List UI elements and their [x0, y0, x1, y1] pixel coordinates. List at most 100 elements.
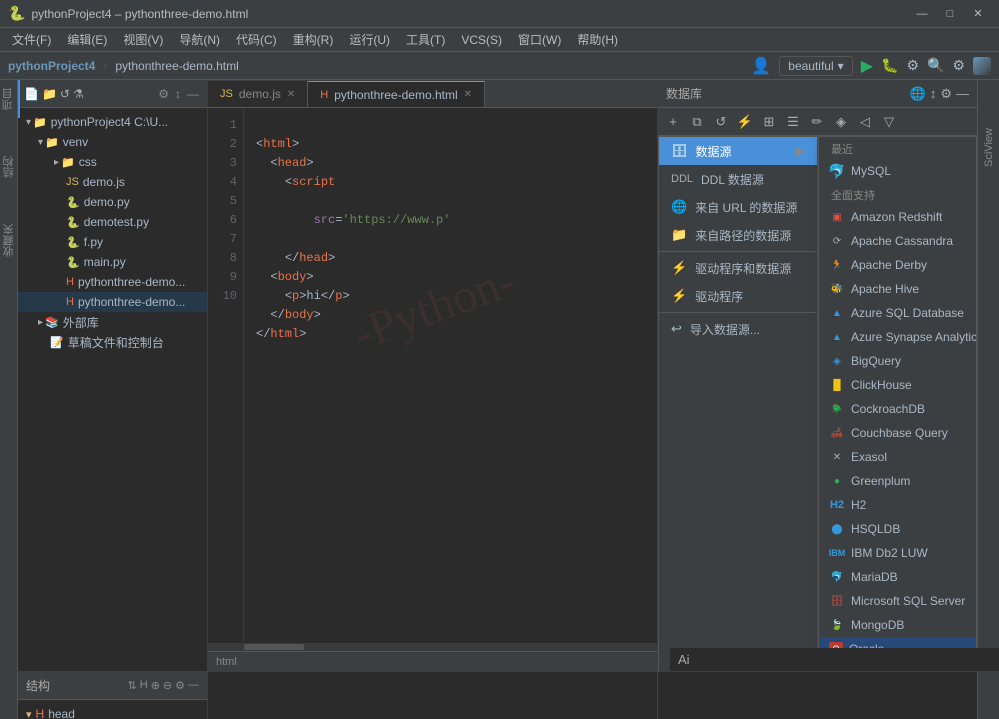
db-sync-btn[interactable]: ⚡ — [734, 111, 756, 133]
db-greenplum[interactable]: ● Greenplum — [819, 469, 976, 493]
hsqldb-icon: ⬤ — [829, 521, 845, 537]
struct-expand-icon[interactable]: ⊕ — [151, 679, 160, 692]
menu-view[interactable]: 视图(V) — [115, 29, 171, 50]
db-cols-btn[interactable]: ☰ — [782, 111, 804, 133]
ctx-path[interactable]: 📁 来自路径的数据源 — [659, 221, 817, 249]
db-copy-btn[interactable]: ⧉ — [686, 111, 708, 133]
horizontal-scrollbar[interactable] — [208, 643, 657, 651]
tab-demo-js[interactable]: JS demo.js ✕ — [208, 81, 308, 107]
db-sql-btn[interactable]: ◈ — [830, 111, 852, 133]
new-file-icon[interactable]: 📄 — [24, 87, 39, 101]
tree-demotest-py[interactable]: 🐍 demotest.py — [18, 212, 207, 232]
debug-button[interactable]: 🐛 — [881, 57, 898, 74]
tree-main-py[interactable]: 🐍 main.py — [18, 252, 207, 272]
db-cockroachdb[interactable]: 🪲 CockroachDB — [819, 397, 976, 421]
new-dir-icon[interactable]: 📁 — [42, 87, 57, 101]
collapse-icon[interactable]: — — [185, 85, 201, 103]
db-arrow-left-btn[interactable]: ◁ — [854, 111, 876, 133]
db-minus-icon[interactable]: — — [956, 86, 969, 102]
db-edit-btn[interactable]: ✏ — [806, 111, 828, 133]
db-refresh-btn[interactable]: ↺ — [710, 111, 732, 133]
db-apache-derby[interactable]: 🏃 Apache Derby — [819, 253, 976, 277]
ctx-url[interactable]: 🌐 来自 URL 的数据源 — [659, 193, 817, 221]
menu-edit[interactable]: 编辑(E) — [59, 29, 115, 50]
close-button[interactable]: ✕ — [965, 3, 991, 25]
run-config[interactable]: beautiful ▾ — [779, 56, 852, 76]
db-filter-btn[interactable]: ▽ — [878, 111, 900, 133]
expand-icon[interactable]: ↕ — [173, 85, 183, 103]
tab-html[interactable]: H pythonthree-demo.html ✕ — [308, 81, 485, 107]
db-mariadb[interactable]: 🐬 MariaDB — [819, 565, 976, 589]
struct-minus-icon[interactable]: — — [188, 679, 199, 692]
db-filter-icon[interactable]: ⚙ — [940, 86, 952, 102]
tree-external[interactable]: ▸ 📚 外部库 — [18, 312, 207, 332]
run-label: beautiful — [788, 59, 833, 73]
structure-tab[interactable]: 结构 — [0, 148, 19, 186]
menu-refactor[interactable]: 重构(R) — [285, 29, 342, 50]
tree-root[interactable]: ▾ 📁 pythonProject4 C:\U... — [18, 112, 207, 132]
struct-head[interactable]: ▾ H head — [22, 704, 203, 719]
tree-venv[interactable]: ▾ 📁 venv — [18, 132, 207, 152]
search-icon[interactable]: 🔍 — [927, 57, 944, 74]
ctx-import[interactable]: ↩ 导入数据源... — [659, 315, 817, 343]
gear-icon[interactable]: ⚙ — [156, 85, 171, 103]
db-ibm-db2[interactable]: IBM IBM Db2 LUW — [819, 541, 976, 565]
db-apache-cassandra[interactable]: ⟳ Apache Cassandra — [819, 229, 976, 253]
tree-demo-js[interactable]: JS demo.js — [18, 172, 207, 192]
db-bigquery[interactable]: ◈ BigQuery — [819, 349, 976, 373]
tree-css[interactable]: ▸ 📁 css — [18, 152, 207, 172]
filter-icon[interactable]: ⚗ — [73, 87, 84, 101]
db-exasol[interactable]: ✕ Exasol — [819, 445, 976, 469]
tab-html-close[interactable]: ✕ — [464, 89, 472, 100]
menu-run[interactable]: 运行(U) — [341, 29, 398, 50]
tree-demo-py[interactable]: 🐍 demo.py — [18, 192, 207, 212]
db-azure-synapse[interactable]: ▲ Azure Synapse Analytics — [819, 325, 976, 349]
tree-f-py[interactable]: 🐍 f.py — [18, 232, 207, 252]
project-tab[interactable]: 项目 — [0, 80, 20, 118]
db-h2[interactable]: H2 H2 — [819, 493, 976, 517]
code-editor[interactable]: <html> <head> <script src='https://www.p… — [244, 108, 657, 643]
menu-vcs[interactable]: VCS(S) — [453, 31, 510, 49]
ctx-datasource[interactable]: 🗄 数据源 ▶ — [659, 137, 817, 165]
db-mongodb[interactable]: 🍃 MongoDB — [819, 613, 976, 637]
refresh-icon[interactable]: ↺ — [60, 87, 70, 101]
tree-scratch[interactable]: 📝 草稿文件和控制台 — [18, 332, 207, 352]
struct-settings-icon[interactable]: ⚙ — [175, 679, 185, 692]
more-icon[interactable]: ⚙ — [952, 57, 965, 74]
minimize-button[interactable]: — — [909, 3, 935, 25]
menu-window[interactable]: 窗口(W) — [510, 29, 569, 50]
ctx-drivers[interactable]: ⚡ 驱动程序 — [659, 282, 817, 310]
menu-file[interactable]: 文件(F) — [4, 29, 59, 50]
tab-demo-js-close[interactable]: ✕ — [287, 89, 295, 100]
user-icon[interactable]: 👤 — [751, 56, 771, 76]
db-apache-hive[interactable]: 🐝 Apache Hive — [819, 277, 976, 301]
favorites-tab[interactable]: 收藏夹 — [0, 216, 19, 265]
sciview-tab[interactable]: SciView — [981, 120, 997, 175]
menu-help[interactable]: 帮助(H) — [569, 29, 626, 50]
db-table-btn[interactable]: ⊞ — [758, 111, 780, 133]
ctx-ddl[interactable]: DDL DDL 数据源 — [659, 165, 817, 193]
db-azure-sql[interactable]: ▲ Azure SQL Database — [819, 301, 976, 325]
db-clickhouse[interactable]: ▐▌ ClickHouse — [819, 373, 976, 397]
db-couchbase[interactable]: 🛋 Couchbase Query — [819, 421, 976, 445]
sort-icon[interactable]: ⇅ — [128, 679, 137, 692]
run-button[interactable]: ▶ — [861, 56, 873, 76]
struct-collapse-icon[interactable]: ⊖ — [163, 679, 172, 692]
html-icon[interactable]: H — [140, 679, 148, 692]
tree-htmlfile2[interactable]: H pythonthree-demo... — [18, 292, 207, 312]
db-mssql[interactable]: 🗄 Microsoft SQL Server — [819, 589, 976, 613]
db-hsqldb[interactable]: ⬤ HSQLDB — [819, 517, 976, 541]
menu-tools[interactable]: 工具(T) — [398, 29, 453, 50]
db-mariadb-label: MariaDB — [851, 570, 898, 584]
maximize-button[interactable]: □ — [937, 3, 963, 25]
db-add-btn[interactable]: + — [662, 111, 684, 133]
db-globe-icon[interactable]: 🌐 — [910, 86, 926, 102]
menu-navigate[interactable]: 导航(N) — [171, 29, 228, 50]
db-expand-icon[interactable]: ↕ — [930, 86, 937, 102]
ctx-drivers-ds[interactable]: ⚡ 驱动程序和数据源 — [659, 254, 817, 282]
tree-htmlfile1[interactable]: H pythonthree-demo... — [18, 272, 207, 292]
db-mysql[interactable]: 🐬 MySQL — [819, 159, 976, 183]
db-amazon-redshift[interactable]: ▣ Amazon Redshift — [819, 205, 976, 229]
menu-code[interactable]: 代码(C) — [228, 29, 285, 50]
settings-icon[interactable]: ⚙ — [906, 57, 919, 74]
